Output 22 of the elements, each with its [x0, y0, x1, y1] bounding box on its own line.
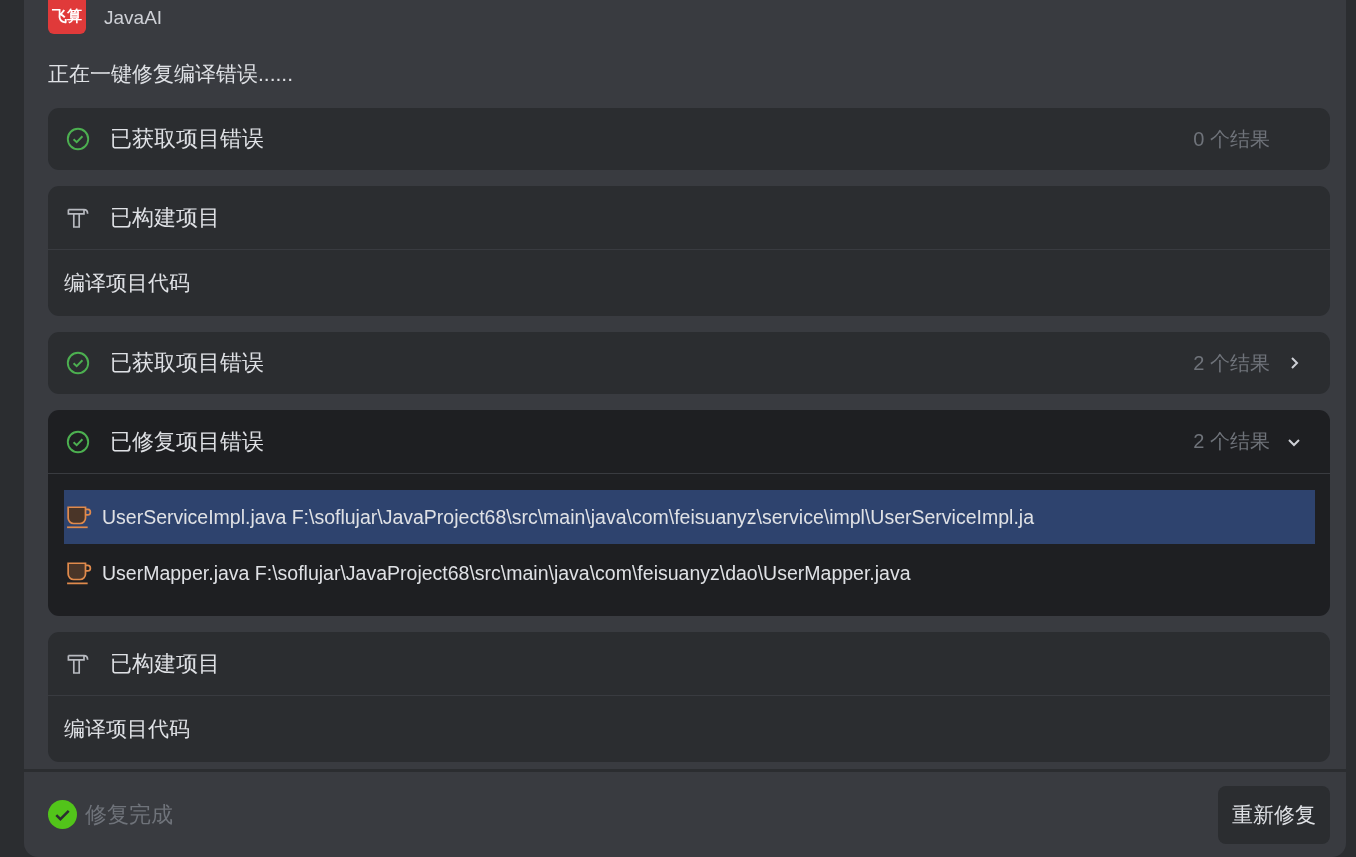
status-message: 正在一键修复编译错误...... — [48, 61, 294, 87]
result-count: 2 个结果 — [1193, 429, 1270, 454]
file-item[interactable]: UserMapper.java F:\soflujar\JavaProject68\src\main\java\com\feisuanyz\dao\UserMapper.java — [64, 546, 1315, 600]
step-detail: 编译项目代码 — [63, 716, 191, 742]
check-circle-icon — [66, 127, 90, 151]
retry-button[interactable]: 重新修复 — [1218, 785, 1330, 844]
completion-status: 修复完成 — [85, 800, 174, 829]
check-circle-icon — [66, 351, 90, 375]
result-count: 2 个结果 — [1193, 350, 1270, 376]
coffee-cup-icon — [66, 561, 92, 585]
app-logo: 飞算 — [48, 0, 86, 34]
result-count: 0 个结果 — [1193, 126, 1270, 152]
check-circle-icon — [66, 429, 90, 454]
file-item[interactable]: UserServiceImpl.java F:\soflujar\JavaProject68\src\main\java\com\feisuanyz\service\impl\UserServiceImpl.ja — [64, 490, 1315, 544]
assistant-name: JavaAI — [104, 7, 163, 29]
step-title: 已构建项目 — [110, 203, 221, 232]
step-title: 已获取项目错误 — [110, 125, 265, 153]
step-title: 已构建项目 — [110, 649, 221, 678]
coffee-cup-icon — [66, 505, 92, 529]
step-title: 已获取项目错误 — [110, 349, 265, 377]
step-detail: 编译项目代码 — [63, 270, 191, 296]
step-title: 已修复项目错误 — [110, 427, 265, 456]
